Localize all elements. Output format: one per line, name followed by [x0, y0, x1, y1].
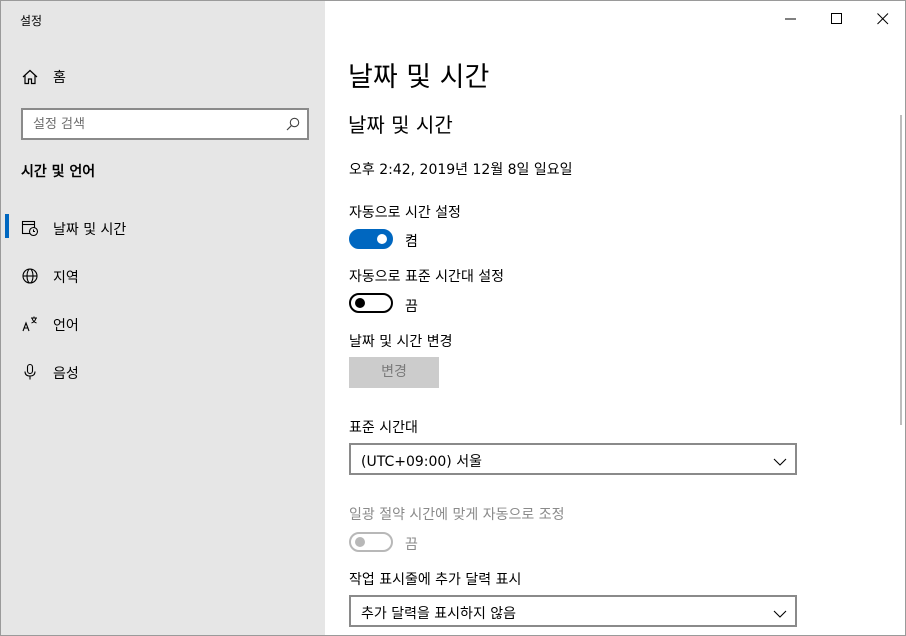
timezone-select[interactable]: (UTC+09:00) 서울	[349, 443, 797, 475]
section-subtitle: 날짜 및 시간	[348, 113, 453, 137]
toggle-knob	[355, 537, 365, 547]
microphone-icon	[21, 363, 39, 381]
timezone-value: (UTC+09:00) 서울	[361, 454, 482, 470]
page-title: 날짜 및 시간	[348, 62, 490, 93]
minimize-icon	[785, 18, 796, 20]
sidebar-item-label: 언어	[53, 318, 79, 334]
home-icon	[21, 68, 39, 86]
active-indicator	[5, 214, 9, 238]
sidebar-item-label: 음성	[53, 366, 79, 382]
search-input[interactable]	[33, 115, 273, 133]
sidebar-item-language[interactable]: 언어	[1, 307, 325, 341]
settings-window: 설정 홈 시간 및 언어 날짜 및 시간 지역	[0, 0, 906, 636]
calendar-select[interactable]: 추가 달력을 표시하지 않음	[349, 595, 797, 627]
main-content: 날짜 및 시간 날짜 및 시간 오후 2:42, 2019년 12월 8일 일요…	[325, 1, 905, 635]
minimize-button[interactable]	[768, 1, 814, 37]
maximize-icon	[831, 13, 842, 24]
change-datetime-label: 날짜 및 시간 변경	[349, 334, 453, 350]
maximize-button[interactable]	[814, 1, 860, 37]
section-title: 시간 및 언어	[21, 164, 96, 180]
toggle-knob	[355, 298, 365, 308]
sidebar-item-label: 지역	[53, 270, 79, 286]
current-datetime: 오후 2:42, 2019년 12월 8일 일요일	[349, 162, 573, 178]
home-nav-item[interactable]: 홈	[1, 61, 325, 91]
auto-time-state: 켬	[405, 234, 418, 250]
globe-icon	[21, 267, 39, 285]
sidebar: 설정 홈 시간 및 언어 날짜 및 시간 지역	[1, 1, 325, 635]
auto-timezone-state: 끔	[405, 299, 418, 315]
dst-label: 일광 절약 시간에 맞게 자동으로 조정	[349, 507, 565, 523]
calendar-label: 작업 표시줄에 추가 달력 표시	[349, 572, 522, 588]
auto-time-toggle[interactable]	[349, 229, 393, 249]
auto-timezone-label: 자동으로 표준 시간대 설정	[349, 269, 505, 285]
calendar-clock-icon	[21, 219, 39, 237]
search-icon[interactable]	[285, 116, 301, 132]
close-button[interactable]	[860, 1, 905, 37]
sidebar-item-region[interactable]: 지역	[1, 259, 325, 293]
chevron-down-icon	[773, 605, 787, 618]
home-label: 홈	[53, 70, 66, 86]
timezone-label: 표준 시간대	[349, 420, 418, 436]
calendar-value: 추가 달력을 표시하지 않음	[361, 606, 517, 622]
dst-state: 끔	[405, 537, 418, 553]
settings-search[interactable]	[21, 108, 309, 140]
close-icon	[877, 13, 889, 25]
auto-time-label: 자동으로 시간 설정	[349, 205, 461, 221]
sidebar-item-date-time[interactable]: 날짜 및 시간	[1, 211, 325, 245]
sidebar-item-label: 날짜 및 시간	[53, 222, 127, 238]
sidebar-item-speech[interactable]: 음성	[1, 355, 325, 389]
language-icon	[21, 315, 39, 333]
chevron-down-icon	[773, 453, 787, 466]
app-title: 설정	[20, 14, 43, 28]
change-button[interactable]: 변경	[349, 357, 439, 388]
auto-timezone-toggle[interactable]	[349, 293, 393, 313]
scrollbar[interactable]	[900, 115, 902, 425]
toggle-knob	[377, 234, 387, 244]
dst-toggle[interactable]	[349, 532, 393, 552]
